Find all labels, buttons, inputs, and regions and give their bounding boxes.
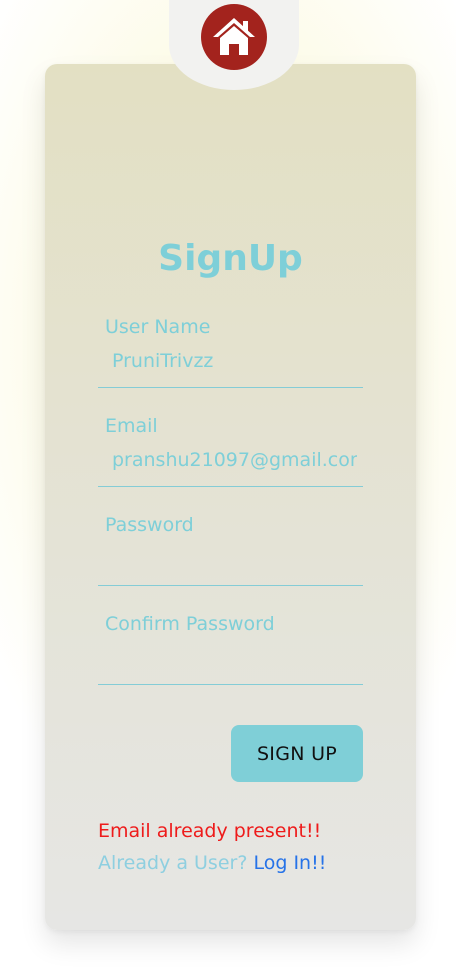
password-label: Password xyxy=(105,514,194,536)
confirm-password-field[interactable]: Confirm Password xyxy=(98,613,363,685)
login-link[interactable]: Log In!! xyxy=(253,852,326,874)
home-button[interactable] xyxy=(201,4,267,70)
login-prompt-line: Already a User? Log In!! xyxy=(98,852,326,874)
signup-card xyxy=(45,64,416,930)
error-message: Email already present!! xyxy=(98,820,322,842)
home-badge xyxy=(169,0,299,90)
confirm-password-label: Confirm Password xyxy=(105,613,275,635)
username-label: User Name xyxy=(105,316,211,338)
page-title: SignUp xyxy=(158,238,303,279)
password-field[interactable]: Password xyxy=(98,514,363,586)
login-prompt-text: Already a User? xyxy=(98,852,248,874)
email-field[interactable]: Email pranshu21097@gmail.com xyxy=(98,415,363,487)
signup-button[interactable]: SIGN UP xyxy=(231,725,363,782)
email-input[interactable]: pranshu21097@gmail.com xyxy=(112,449,357,471)
home-icon xyxy=(213,18,255,55)
email-label: Email xyxy=(105,415,158,437)
username-field[interactable]: User Name PruniTrivzz xyxy=(98,316,363,388)
username-input[interactable]: PruniTrivzz xyxy=(112,350,357,372)
